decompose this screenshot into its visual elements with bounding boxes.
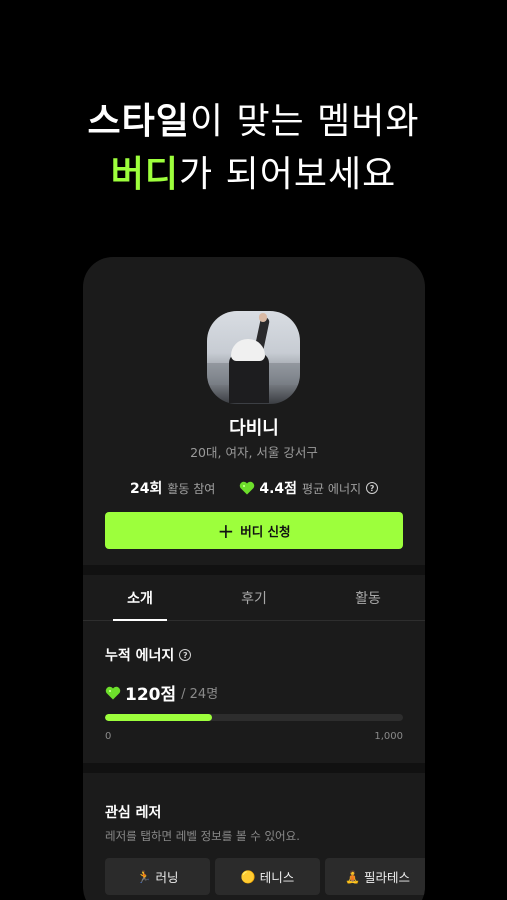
headline-green-word: 버디 xyxy=(110,154,180,195)
profile-stats: 24회 활동 참여 4.4점 평균 에너지 ? xyxy=(83,478,425,498)
energy-count: / 24명 xyxy=(181,687,219,702)
progress-max-label: 1,000 xyxy=(374,731,403,742)
leisure-subtitle: 레저를 탭하면 레벨 정보를 볼 수 있어요. xyxy=(105,829,300,843)
tab-reviews[interactable]: 후기 xyxy=(197,575,311,620)
chip-tennis[interactable]: 🟡 테니스 xyxy=(215,858,320,895)
plus-icon: + xyxy=(217,518,235,543)
avatar[interactable] xyxy=(207,311,300,404)
profile-tabs: 소개 후기 활동 xyxy=(83,575,425,621)
phone-mockup: 다비니 20대, 여자, 서울 강서구 24회 활동 참여 4.4점 평균 에너… xyxy=(83,257,425,900)
progress-min-label: 0 xyxy=(105,731,112,742)
chip-label: 테니스 xyxy=(259,870,295,885)
tennis-ball-icon: 🟡 xyxy=(240,869,256,884)
buddy-request-label: 버디 신청 xyxy=(240,524,291,539)
energy-progress-bar xyxy=(105,714,403,721)
tab-intro[interactable]: 소개 xyxy=(83,575,197,621)
energy-help-icon[interactable]: ? xyxy=(179,649,192,661)
chip-label: 러닝 xyxy=(155,870,179,885)
chip-label: 필라테스 xyxy=(363,870,410,885)
energy-heart-icon xyxy=(105,686,121,699)
energy-title-text: 누적 에너지 xyxy=(105,648,175,664)
headline-rest-1: 이 맞는 멤버와 xyxy=(189,101,420,142)
participation-label: 활동 참여 xyxy=(167,481,216,496)
leisure-section-title: 관심 레저 xyxy=(105,805,162,821)
section-divider xyxy=(83,565,425,575)
chip-pilates[interactable]: 🧘 필라테스 xyxy=(325,858,425,895)
running-icon: 🏃 xyxy=(136,869,152,884)
leisure-chips: 🏃 러닝 🟡 테니스 🧘 필라테스 xyxy=(105,858,425,895)
energy-value: 120점 xyxy=(125,685,177,705)
avatar-hand xyxy=(259,313,267,322)
headline-rest-2: 가 되어보세요 xyxy=(179,154,397,195)
buddy-request-button[interactable]: + 버디 신청 xyxy=(105,512,403,549)
profile-name: 다비니 xyxy=(229,418,279,439)
profile-subtitle: 20대, 여자, 서울 강서구 xyxy=(190,445,318,460)
energy-heart-icon xyxy=(240,481,255,495)
headline-line-1: 스타일이 맞는 멤버와 xyxy=(0,92,507,144)
participation-value: 24회 xyxy=(129,481,163,497)
tab-activity[interactable]: 활동 xyxy=(311,575,425,620)
chip-running[interactable]: 🏃 러닝 xyxy=(105,858,210,895)
headline-bold-word: 스타일 xyxy=(87,101,190,142)
avg-energy-value: 4.4점 xyxy=(259,481,298,497)
help-icon[interactable]: ? xyxy=(366,482,379,494)
energy-section-title: 누적 에너지 ? xyxy=(105,645,192,665)
section-divider xyxy=(83,763,425,773)
energy-progress-fill xyxy=(105,714,213,721)
avg-energy-label: 평균 에너지 xyxy=(302,481,362,496)
energy-summary: 120점 / 24명 xyxy=(105,680,218,705)
headline-line-2: 버디가 되어보세요 xyxy=(0,145,507,197)
pilates-icon: 🧘 xyxy=(345,869,360,884)
